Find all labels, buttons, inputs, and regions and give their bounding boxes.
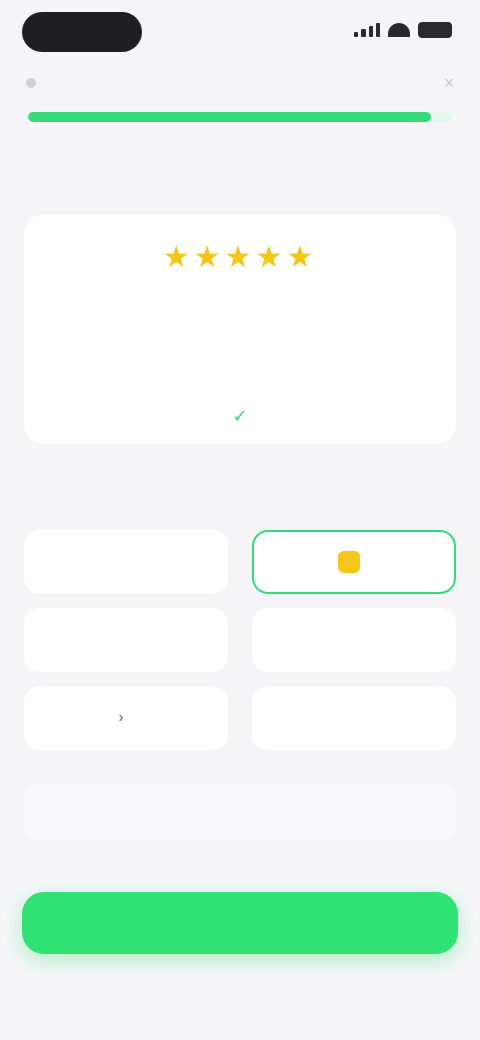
status-icons — [354, 22, 452, 38]
review-card: ★★★★★ ✓ — [24, 214, 456, 444]
option-3[interactable] — [24, 608, 228, 672]
signal-icon — [354, 23, 380, 37]
comparison-left — [24, 784, 240, 840]
comparison-right — [240, 784, 456, 840]
status-bar — [0, 0, 480, 64]
continue-button[interactable] — [22, 892, 458, 954]
comparison-row — [24, 784, 456, 840]
wifi-icon — [388, 23, 410, 37]
progress-bar — [28, 112, 452, 122]
options-grid: › — [24, 530, 456, 750]
rating-stars-icon: ★★★★★ — [162, 241, 318, 274]
option-6[interactable] — [252, 686, 456, 750]
progress-fill — [28, 112, 431, 122]
battery-icon — [418, 22, 452, 38]
gold-square-icon — [338, 551, 360, 573]
option-2[interactable] — [252, 530, 456, 594]
option-4[interactable] — [252, 608, 456, 672]
verified-check-icon: ✓ — [232, 406, 248, 426]
close-icon[interactable]: × — [440, 74, 458, 92]
back-icon[interactable] — [26, 78, 36, 88]
option-1[interactable] — [24, 530, 228, 594]
dynamic-island — [22, 12, 142, 52]
option-5[interactable]: › — [24, 686, 228, 750]
arrow-icon: › — [118, 709, 124, 726]
